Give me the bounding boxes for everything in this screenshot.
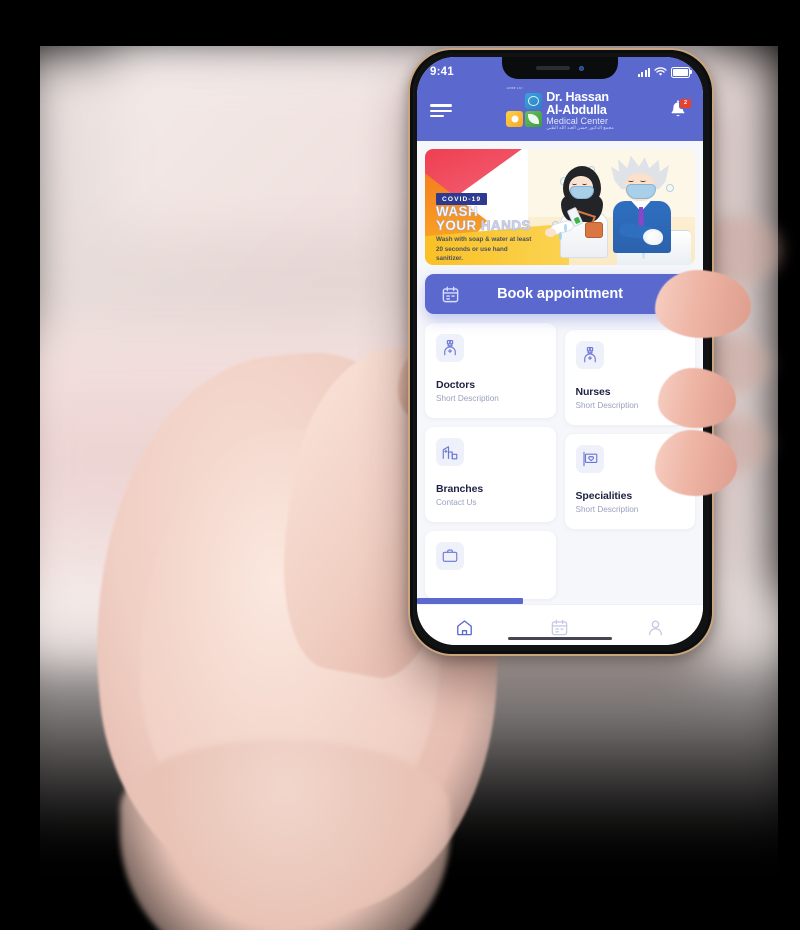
card-title: Doctors — [436, 379, 475, 392]
logo-square-blue — [524, 92, 543, 110]
front-camera-icon — [579, 65, 584, 71]
scrollbar-thumb[interactable] — [417, 598, 523, 605]
brand-line-1: Dr. Hassan — [546, 90, 609, 104]
eye — [571, 182, 577, 185]
nurse-icon — [575, 341, 604, 370]
hamburger-menu-icon[interactable] — [430, 100, 452, 121]
home-indicator[interactable] — [508, 636, 612, 640]
hospital-icon — [436, 438, 464, 467]
battery-full-icon — [671, 66, 692, 78]
banner-headline-hands: HANDS — [480, 218, 531, 234]
heart-sign-icon — [575, 445, 604, 474]
banner-headline-line-1: WASH — [436, 204, 479, 220]
tab-calendar[interactable] — [512, 618, 607, 637]
book-appointment-label: Book appointment — [497, 286, 623, 303]
logo-square-green — [524, 110, 543, 128]
card-subtitle: Short Description — [436, 394, 499, 404]
background-top-edge — [0, 0, 800, 46]
eye — [628, 179, 635, 182]
app-header: Since 1971 Dr. Hassan Al-Abdulla Medical… — [417, 86, 703, 142]
brand-text: Dr. Hassan Al-Abdulla Medical Center مجم… — [546, 91, 614, 130]
banner-body-text: Wash with soap & water at least 20 secon… — [436, 236, 532, 263]
eye — [640, 179, 647, 182]
card-subtitle: Short Description — [575, 505, 639, 515]
doctor-icon — [436, 334, 464, 363]
profile-icon — [648, 620, 662, 636]
clinic-logo-icon: Since 1971 — [506, 86, 543, 129]
app-content[interactable]: COVID-19 WASH YOUR HANDS Wash with soap … — [417, 141, 703, 605]
background-right-edge — [778, 0, 800, 930]
face-mask — [569, 185, 594, 199]
card-branches[interactable]: Branches Contact Us — [425, 427, 556, 523]
banner-headline-line-2: YOUR HANDS — [436, 218, 531, 234]
card-partial[interactable] — [425, 531, 556, 600]
home-icon — [457, 620, 473, 636]
card-doctors[interactable]: Doctors Short Description — [425, 323, 556, 419]
brand-line-2: Al-Abdulla — [546, 102, 607, 117]
tab-profile[interactable] — [608, 618, 703, 637]
notification-button[interactable]: 2 — [668, 97, 692, 123]
wifi-icon — [654, 67, 667, 76]
briefcase-icon — [436, 542, 464, 571]
signal-bars-icon — [637, 67, 650, 77]
status-time: 9:41 — [430, 66, 454, 78]
status-icons — [637, 66, 692, 78]
eye — [581, 182, 587, 185]
phone-screen: 9:41 Since 1971 Dr. Hassan Al-Abdulla Me… — [417, 57, 703, 645]
background-left-edge — [0, 0, 40, 930]
card-subtitle: Contact Us — [436, 498, 477, 508]
banner-headline-your: YOUR — [436, 218, 477, 234]
clinic-logo: Since 1971 Dr. Hassan Al-Abdulla Medical… — [506, 86, 614, 130]
phone-device: 9:41 Since 1971 Dr. Hassan Al-Abdulla Me… — [408, 48, 714, 656]
wrist — [120, 740, 450, 930]
earpiece-speaker — [536, 66, 570, 70]
cards-column-left: Doctors Short Description Branches Conta… — [425, 323, 556, 600]
face-mask — [626, 183, 657, 199]
scene-root: 9:41 Since 1971 Dr. Hassan Al-Abdulla Me… — [0, 0, 800, 930]
logo-tiny-text: Since 1971 — [506, 85, 524, 90]
banner-headline: WASH YOUR HANDS — [436, 205, 531, 233]
water-drop — [563, 223, 567, 232]
calendar-icon — [552, 619, 568, 636]
notch — [502, 57, 618, 79]
card-title: Branches — [436, 483, 484, 496]
brand-line-arabic: مجمع الدكتور حسن العبد الله الطبي — [546, 124, 614, 130]
soap-foam — [643, 228, 664, 245]
shoulder-bag — [584, 221, 603, 238]
calendar-icon — [442, 286, 459, 303]
water-drop — [558, 231, 562, 240]
logo-square-yellow — [506, 110, 524, 128]
hand — [544, 227, 556, 237]
male-doctor-character — [611, 155, 672, 255]
tab-home[interactable] — [417, 618, 512, 637]
card-title: Specialities — [575, 490, 633, 503]
female-doctor-character — [544, 165, 608, 258]
doctors-washing-hands-illustration — [517, 149, 695, 266]
notification-badge: 2 — [678, 97, 692, 109]
covid-banner[interactable]: COVID-19 WASH YOUR HANDS Wash with soap … — [425, 149, 695, 266]
